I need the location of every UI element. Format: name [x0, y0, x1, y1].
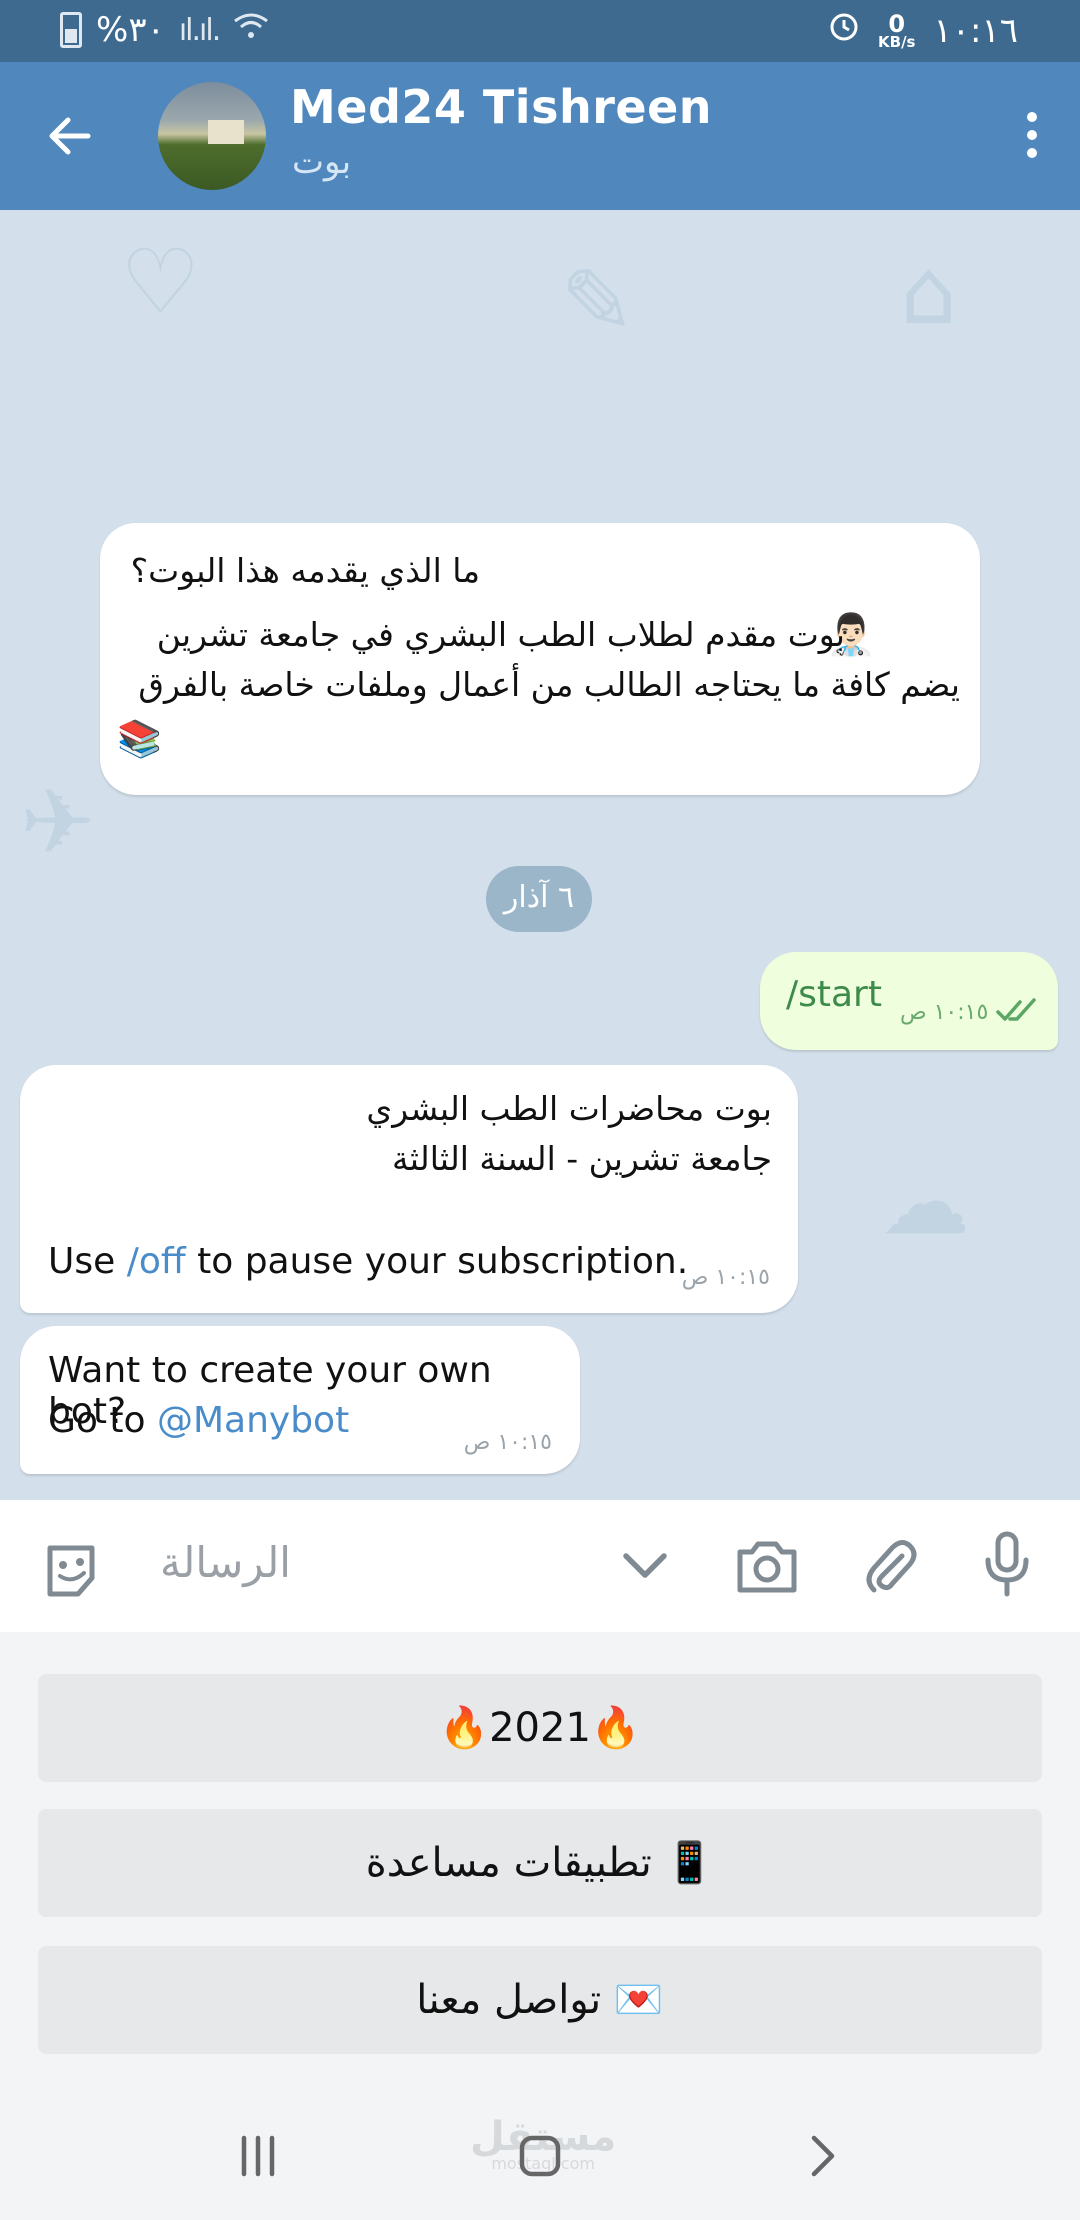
avatar[interactable]: [158, 82, 266, 190]
chevron-down-icon[interactable]: [620, 1548, 670, 1584]
net-speed-value: 0: [888, 9, 906, 38]
off-command-link[interactable]: /off: [127, 1241, 186, 1282]
menu-dots-icon[interactable]: [1024, 112, 1040, 162]
keyboard-button-contact[interactable]: تواصل معنا 💌: [38, 1946, 1042, 2054]
bot-msg1-line1: بوت محاضرات الطب البشري: [366, 1089, 772, 1128]
outgoing-message[interactable]: /start ١٠:١٥ ص: [760, 952, 1058, 1050]
bot-msg2-line2: Go to @Manybot: [48, 1400, 349, 1441]
sticker-icon[interactable]: [40, 1540, 102, 1602]
back-nav-icon[interactable]: [802, 2134, 842, 2178]
message-time: ١٠:١٥ ص: [463, 1430, 552, 1455]
background-doodle: ⌂: [900, 240, 958, 345]
message-time: ١٠:١٥ ص: [681, 1265, 770, 1290]
bot-message-manybot[interactable]: Want to create your own bot? Go to @Many…: [20, 1326, 580, 1474]
background-doodle: ♡: [120, 230, 201, 335]
chat-area[interactable]: ♡ ✎ ⌂ ✈ ☁ ما الذي يقدمه هذا البوت؟ 👨🏻‍⚕️…: [0, 210, 1080, 1500]
info-heading: ما الذي يقدمه هذا البوت؟: [130, 551, 480, 590]
bot-info-bubble: ما الذي يقدمه هذا البوت؟ 👨🏻‍⚕️ بوت مقدم …: [100, 523, 980, 795]
status-time: ١٠:١٦: [933, 10, 1018, 51]
message-composer: الرسالة: [0, 1500, 1080, 1632]
outgoing-text: /start: [786, 974, 882, 1015]
message-time: ١٠:١٥ ص: [900, 1000, 989, 1025]
date-chip: ٦ آذار: [486, 866, 592, 932]
camera-icon[interactable]: [734, 1536, 800, 1596]
net-speed: 0 KB/s: [878, 9, 916, 51]
info-line-2: يضم كافة ما يحتاجه الطالب من أعمال وملفا…: [138, 665, 960, 704]
battery-percent: %٣٠: [96, 10, 165, 50]
bot-message-subscription[interactable]: بوت محاضرات الطب البشري جامعة تشرين - ال…: [20, 1065, 798, 1313]
double-check-icon: [996, 998, 1036, 1021]
paperclip-icon[interactable]: [862, 1534, 918, 1598]
alarm-icon: [828, 10, 860, 51]
bot-msg1-use-line: Use /off to pause your subscription.: [48, 1241, 688, 1282]
bot-msg1-line2: جامعة تشرين - السنة الثالثة: [392, 1139, 772, 1178]
background-doodle: ☁: [880, 1150, 970, 1255]
signal-icon: ıl.ıl.: [178, 12, 221, 48]
status-left: %٣٠ ıl.ıl.: [60, 10, 269, 50]
chat-subtitle: بوت: [292, 142, 352, 182]
use-text: Use: [48, 1241, 127, 1282]
keyboard-button-2021[interactable]: 🔥2021🔥: [38, 1674, 1042, 1782]
manybot-link[interactable]: @Manybot: [157, 1400, 349, 1441]
bot-keyboard: 🔥2021🔥 تطبيقات مساعدة 📱 تواصل معنا 💌: [0, 1632, 1080, 2094]
chat-title[interactable]: Med24 Tishreen: [290, 80, 712, 134]
message-input[interactable]: الرسالة: [160, 1538, 291, 1587]
goto-text: Go to: [48, 1400, 157, 1441]
microphone-icon[interactable]: [982, 1530, 1032, 1600]
system-nav-bar: مستقل mostaql.com: [0, 2094, 1080, 2220]
home-icon[interactable]: [516, 2132, 564, 2180]
net-speed-unit: KB/s: [878, 32, 916, 51]
books-emoji: 📚: [117, 719, 162, 760]
battery-icon: [60, 12, 82, 48]
wifi-icon: [233, 10, 269, 50]
background-doodle: ✈: [20, 770, 96, 875]
keyboard-button-helper-apps[interactable]: تطبيقات مساعدة 📱: [38, 1809, 1042, 1917]
background-doodle: ✎: [560, 250, 636, 355]
recents-icon[interactable]: [236, 2134, 280, 2178]
pause-text: to pause your subscription.: [185, 1241, 689, 1282]
status-bar: %٣٠ ıl.ıl. 0 KB/s ١٠:١٦: [0, 0, 1080, 62]
chat-header: Med24 Tishreen بوت: [0, 62, 1080, 210]
back-arrow-icon[interactable]: [40, 106, 100, 166]
status-right: 0 KB/s ١٠:١٦: [828, 10, 1018, 51]
info-line-1: بوت مقدم لطلاب الطب البشري في جامعة تشري…: [156, 615, 845, 654]
